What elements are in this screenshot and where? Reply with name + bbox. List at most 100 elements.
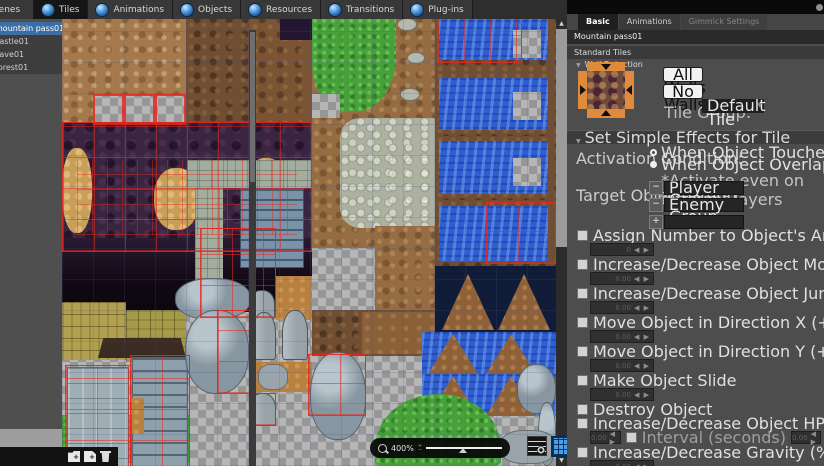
- delete-icon[interactable]: [100, 451, 112, 462]
- zoom-slider[interactable]: [426, 443, 502, 453]
- spinner-value: 0.00: [792, 433, 808, 442]
- checkbox-unchecked-icon[interactable]: [577, 229, 588, 241]
- wall-top-toggle[interactable]: [587, 62, 625, 71]
- scroll-down-icon[interactable]: ▼: [556, 456, 567, 466]
- display-settings-icon[interactable]: [527, 436, 547, 456]
- tab-label: Animations: [113, 4, 165, 15]
- panel-menu-icon[interactable]: [816, 4, 823, 11]
- spinner-value: 0.00: [615, 274, 631, 283]
- all-walls-button[interactable]: All Walls: [664, 67, 706, 96]
- canvas-vertical-scrollbar[interactable]: ▲ ▼: [556, 19, 567, 466]
- tab-animations[interactable]: Animations: [88, 0, 174, 19]
- remove-group-button[interactable]: −: [649, 181, 663, 195]
- spinner-arrows-icon[interactable]: ◀ ▶: [634, 275, 650, 283]
- wall-detection-marker: [155, 94, 186, 125]
- tab-objects[interactable]: Objects: [173, 0, 242, 19]
- panel-scrollbar-thumb[interactable]: [250, 32, 255, 182]
- checkbox-unchecked-icon[interactable]: [577, 316, 588, 328]
- checkbox-unchecked-icon[interactable]: [577, 258, 588, 270]
- effect-row: Move Object in Direction X (+/-) 0.00 ◀ ▶: [577, 313, 824, 343]
- effect-header: Increase/Decrease Gravity (%): [577, 443, 824, 462]
- app-window: ▲ ▼ Scenes Tiles Animations Objects Resource…: [0, 0, 824, 466]
- app-sphere-icon: [42, 3, 54, 16]
- zoom-toolbar: 400% + −: [370, 438, 510, 458]
- value-spinner[interactable]: 0.00◀ ▶: [590, 460, 654, 466]
- tab-resources[interactable]: Resources: [241, 0, 322, 19]
- spinner-arrows-icon[interactable]: ◀ ▶: [634, 362, 650, 370]
- zoom-stepper[interactable]: + −: [418, 444, 422, 453]
- tab-label: Plug-ins: [428, 4, 464, 15]
- tile-block-checkN: [312, 94, 340, 118]
- effect-header: Increase/Decrease Object Move Speed (+/-…: [577, 255, 824, 274]
- tab-plugins[interactable]: Plug-ins: [403, 0, 473, 19]
- activation-radio[interactable]: When Object Overlaps Tile: [650, 155, 824, 174]
- checkbox-unchecked-icon[interactable]: [577, 374, 588, 386]
- effect-header: Increase/Decrease Object Jump Force (+/-…: [577, 284, 824, 303]
- tab-transitions[interactable]: Transitions: [321, 0, 404, 19]
- spinner-arrows-icon[interactable]: ◀ ▶: [634, 304, 650, 312]
- wall-detection-marker: [93, 94, 124, 125]
- tileset-canvas[interactable]: [62, 10, 556, 466]
- sidebar-item-forest01[interactable]: forest01: [0, 61, 62, 74]
- sidebar-item-mountain-pass01[interactable]: mountain pass01: [0, 22, 62, 35]
- tab-label: Transitions: [346, 4, 395, 15]
- app-sphere-icon: [249, 3, 262, 16]
- effect-label: Increase/Decrease Object Jump Force (+/-…: [593, 283, 824, 303]
- magnifier-icon: [378, 443, 387, 453]
- effect-label: Make Object Slide: [593, 370, 737, 390]
- checkbox-unchecked-icon[interactable]: [577, 287, 588, 299]
- tab-scenes[interactable]: Scenes: [0, 0, 34, 19]
- standard-tiles-header[interactable]: Standard Tiles: [567, 46, 824, 59]
- app-sphere-icon: [181, 3, 194, 16]
- zoom-slider-handle[interactable]: [459, 448, 468, 453]
- target-group-list: −Player Group−Enemy Group+: [649, 180, 809, 232]
- effect-row: Move Object in Direction Y (+/-) 0.00 ◀ ▶: [577, 342, 824, 372]
- no-walls-button[interactable]: No Walls: [664, 84, 706, 113]
- spinner-arrows-icon[interactable]: ◀ ▶: [634, 391, 650, 399]
- tile-block-grave: [282, 310, 308, 360]
- arrow-left-icon: [626, 85, 632, 95]
- panel-scrollbar[interactable]: [249, 30, 256, 466]
- panel-tab-basic[interactable]: Basic: [578, 14, 618, 30]
- group-name-field[interactable]: Enemy Group: [664, 197, 744, 225]
- tab-label: Tiles: [59, 4, 80, 15]
- checkbox-unchecked-icon[interactable]: [625, 432, 637, 443]
- wall-bottom-toggle[interactable]: [587, 109, 625, 118]
- tileset-name-field[interactable]: Mountain pass01: [567, 30, 824, 44]
- wall-detection-marker: [437, 13, 522, 63]
- effect-row: Assign Number to Object's Area Detection…: [577, 226, 824, 256]
- tile-group-dropdown[interactable]: Default Tile ▼: [702, 98, 765, 128]
- effect-row: Increase/Decrease Object Jump Force (+/-…: [577, 284, 824, 314]
- checkbox-unchecked-icon[interactable]: [577, 403, 588, 415]
- sidebar-item-castle01[interactable]: castle01: [0, 35, 62, 48]
- canvas-scrollbar-thumb[interactable]: [556, 29, 567, 247]
- add-tileset-icon[interactable]: +: [84, 451, 96, 462]
- wall-detection-marker: [308, 354, 366, 416]
- wall-right-toggle[interactable]: [625, 71, 634, 109]
- sidebar-item-cave01[interactable]: cave01: [0, 48, 62, 61]
- wall-preview-tile: [587, 71, 625, 109]
- wall-detection-marker: [130, 355, 190, 466]
- activation-radio-group: When Object Touches Tile's Wall Detectio…: [650, 143, 824, 174]
- tile-block-rockS: [258, 364, 288, 390]
- add-folder-icon[interactable]: +: [68, 451, 80, 462]
- checkbox-unchecked-icon[interactable]: [577, 446, 588, 458]
- effect-label: Increase/Decrease Object Move Speed (+/-…: [593, 254, 824, 274]
- checkbox-unchecked-icon[interactable]: [577, 417, 588, 429]
- wall-left-toggle[interactable]: [578, 71, 587, 109]
- spinner-arrows-icon[interactable]: ◀ ▶: [634, 246, 650, 254]
- spinner-arrows-icon[interactable]: ◀ ▶: [634, 333, 650, 341]
- tab-label: Objects: [198, 4, 233, 15]
- panel-tab-animations[interactable]: Animations: [618, 14, 680, 30]
- checkbox-unchecked-icon[interactable]: [577, 345, 588, 357]
- group-name-field[interactable]: Player Group: [664, 180, 744, 208]
- effect-header: Assign Number to Object's Area Detection…: [577, 226, 824, 245]
- spinner-arrows-icon[interactable]: ◀ ▶: [634, 463, 650, 466]
- panel-tab-gimmick-settings: Gimmick Settings: [680, 14, 768, 30]
- target-group-row: −Enemy Group: [649, 197, 809, 225]
- wall-detection-marker: [124, 94, 155, 125]
- effect-label: Assign Number to Object's Area Detection…: [593, 225, 824, 245]
- scroll-up-icon[interactable]: ▲: [556, 19, 567, 29]
- tab-tiles[interactable]: Tiles: [34, 0, 89, 19]
- remove-group-button[interactable]: −: [649, 198, 663, 212]
